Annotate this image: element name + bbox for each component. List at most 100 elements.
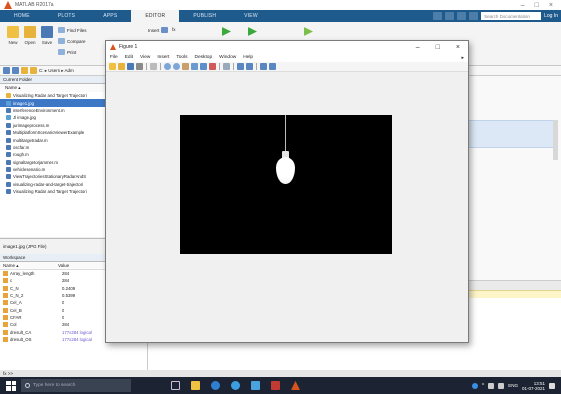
folder-list-item[interactable]: jurimageprocess.m (0, 122, 105, 129)
folder-list-item[interactable]: multitargetradar.m (0, 136, 105, 143)
folder-list-item[interactable]: rough.m (0, 151, 105, 158)
menu-edit[interactable]: Edit (125, 55, 133, 60)
powerpoint-icon[interactable] (271, 381, 280, 390)
tab-plots[interactable]: PLOTS (44, 10, 89, 22)
task-view-icon[interactable] (171, 381, 180, 390)
run-section-button[interactable] (248, 27, 257, 36)
tab-view[interactable]: VIEW (230, 10, 272, 22)
edge-icon[interactable] (211, 381, 220, 390)
folder-item-label: oscfar.m (13, 144, 30, 150)
open-file-icon[interactable] (118, 63, 125, 70)
menu-file[interactable]: File (110, 55, 118, 60)
editor-scrollbar[interactable] (553, 120, 558, 160)
open-button[interactable]: Open (23, 26, 37, 45)
figure-close-icon[interactable]: × (456, 44, 460, 51)
folder-list-item[interactable]: vehiclesenario.m (0, 166, 105, 173)
tray-chevron-icon[interactable]: ^ (482, 383, 484, 389)
save-quick-icon[interactable] (433, 12, 443, 20)
menu-expand-icon[interactable]: ▸ (461, 55, 464, 61)
menu-view[interactable]: View (140, 55, 150, 60)
menu-help[interactable]: Help (243, 55, 253, 60)
brush-icon[interactable] (209, 63, 216, 70)
menu-window[interactable]: Window (219, 55, 236, 60)
zoom-in-icon[interactable] (164, 63, 171, 70)
figure-maximize-icon[interactable]: □ (436, 44, 440, 51)
menu-tools[interactable]: Tools (176, 55, 187, 60)
folder-list-item[interactable]: Jl image.jpg (0, 114, 105, 121)
figure-canvas[interactable] (106, 72, 468, 342)
folder-list-item[interactable]: signaltargetorjammer.m (0, 159, 105, 166)
maximize-icon[interactable]: □ (535, 2, 539, 9)
new-button[interactable]: New (6, 26, 20, 45)
notification-icon[interactable] (549, 382, 555, 389)
folder-list-item[interactable]: Visualizing Radar and Target Trajectori (0, 92, 105, 99)
menu-insert[interactable]: Insert (157, 55, 169, 60)
address-path[interactable]: C: ▸ Users ▸ Adm (39, 68, 74, 74)
edit-plot-icon[interactable] (150, 63, 157, 70)
insert-button[interactable]: Insert (148, 27, 169, 33)
folder-list-item[interactable]: Visualizing Radar and Target Trajectori (0, 188, 105, 195)
variable-value[interactable]: 177x284 logical (62, 330, 92, 335)
folder-list-item[interactable]: ViewTrajectoriesStationaryRadarAndS (0, 173, 105, 180)
folder-list-item[interactable]: MultiplatformScenarioViewerExample (0, 129, 105, 136)
compare-button[interactable]: Compare (58, 38, 86, 44)
chrome-icon[interactable] (231, 381, 240, 390)
link-plot-icon[interactable] (223, 63, 230, 70)
search-documentation-input[interactable]: Search Documentation (481, 12, 542, 20)
image-axes[interactable] (180, 115, 392, 254)
matlab-taskbar-icon[interactable] (291, 381, 300, 390)
run-button[interactable] (222, 27, 231, 36)
save-figure-icon[interactable] (127, 63, 134, 70)
find-files-button[interactable]: Find Files (58, 27, 87, 33)
run-advance-button[interactable] (304, 27, 313, 36)
up-folder-icon[interactable] (21, 67, 28, 74)
new-figure-icon[interactable] (109, 63, 116, 70)
command-prompt[interactable]: fx >> (0, 370, 561, 377)
workspace-name-column[interactable]: Name ▴ (0, 263, 58, 269)
browse-folder-icon[interactable] (30, 67, 37, 74)
volume-icon[interactable] (498, 382, 505, 389)
save-button[interactable]: Save (40, 26, 54, 45)
print-button[interactable]: Print (58, 49, 76, 55)
folder-list-item[interactable]: image1.jpg (0, 99, 105, 107)
workspace-value-column[interactable]: Value (58, 263, 69, 268)
variable-value: 284 (62, 271, 70, 277)
folder-list-item[interactable]: interferenceEnvironment.m (0, 107, 105, 114)
hide-plot-tools-icon[interactable] (260, 63, 267, 70)
tray-app-icon[interactable] (471, 382, 478, 389)
close-icon[interactable]: × (549, 2, 553, 9)
store-icon[interactable] (251, 381, 260, 390)
network-icon[interactable] (488, 382, 495, 389)
menu-desktop[interactable]: Desktop (195, 55, 213, 60)
pan-icon[interactable] (182, 63, 189, 70)
undo-quick-icon[interactable] (445, 12, 455, 20)
clock[interactable]: 13:51 01-07-2021 (522, 381, 545, 391)
tab-editor[interactable]: EDITOR (131, 10, 180, 22)
colorbar-icon[interactable] (237, 63, 244, 70)
rotate-icon[interactable] (191, 63, 198, 70)
back-icon[interactable] (3, 67, 10, 74)
folder-list-item[interactable]: visualizing-radar-and-target-trajectori (0, 181, 105, 188)
figure-minimize-icon[interactable]: – (416, 44, 420, 51)
language-indicator[interactable]: ENG (508, 383, 518, 388)
current-folder-name-column[interactable]: Name ▴ (0, 84, 106, 92)
redo-quick-icon[interactable] (457, 12, 467, 20)
login-link[interactable]: Log In (544, 13, 558, 19)
help-quick-icon[interactable] (469, 12, 479, 20)
variable-value[interactable]: 177x284 logical (62, 337, 92, 342)
minimize-icon[interactable]: – (521, 2, 525, 9)
folder-list-item[interactable]: oscfar.m (0, 144, 105, 151)
legend-icon[interactable] (246, 63, 253, 70)
forward-icon[interactable] (12, 67, 19, 74)
show-plot-tools-icon[interactable] (269, 63, 276, 70)
data-cursor-icon[interactable] (200, 63, 207, 70)
taskbar-search-input[interactable]: Type here to search (21, 379, 131, 392)
file-explorer-icon[interactable] (191, 381, 200, 390)
tab-publish[interactable]: PUBLISH (179, 10, 230, 22)
tab-home[interactable]: HOME (0, 10, 44, 22)
fx-button[interactable]: fx (172, 27, 176, 32)
windows-start-icon[interactable] (6, 380, 16, 391)
print-figure-icon[interactable] (136, 63, 143, 70)
zoom-out-icon[interactable] (173, 63, 180, 70)
tab-apps[interactable]: APPS (89, 10, 131, 22)
